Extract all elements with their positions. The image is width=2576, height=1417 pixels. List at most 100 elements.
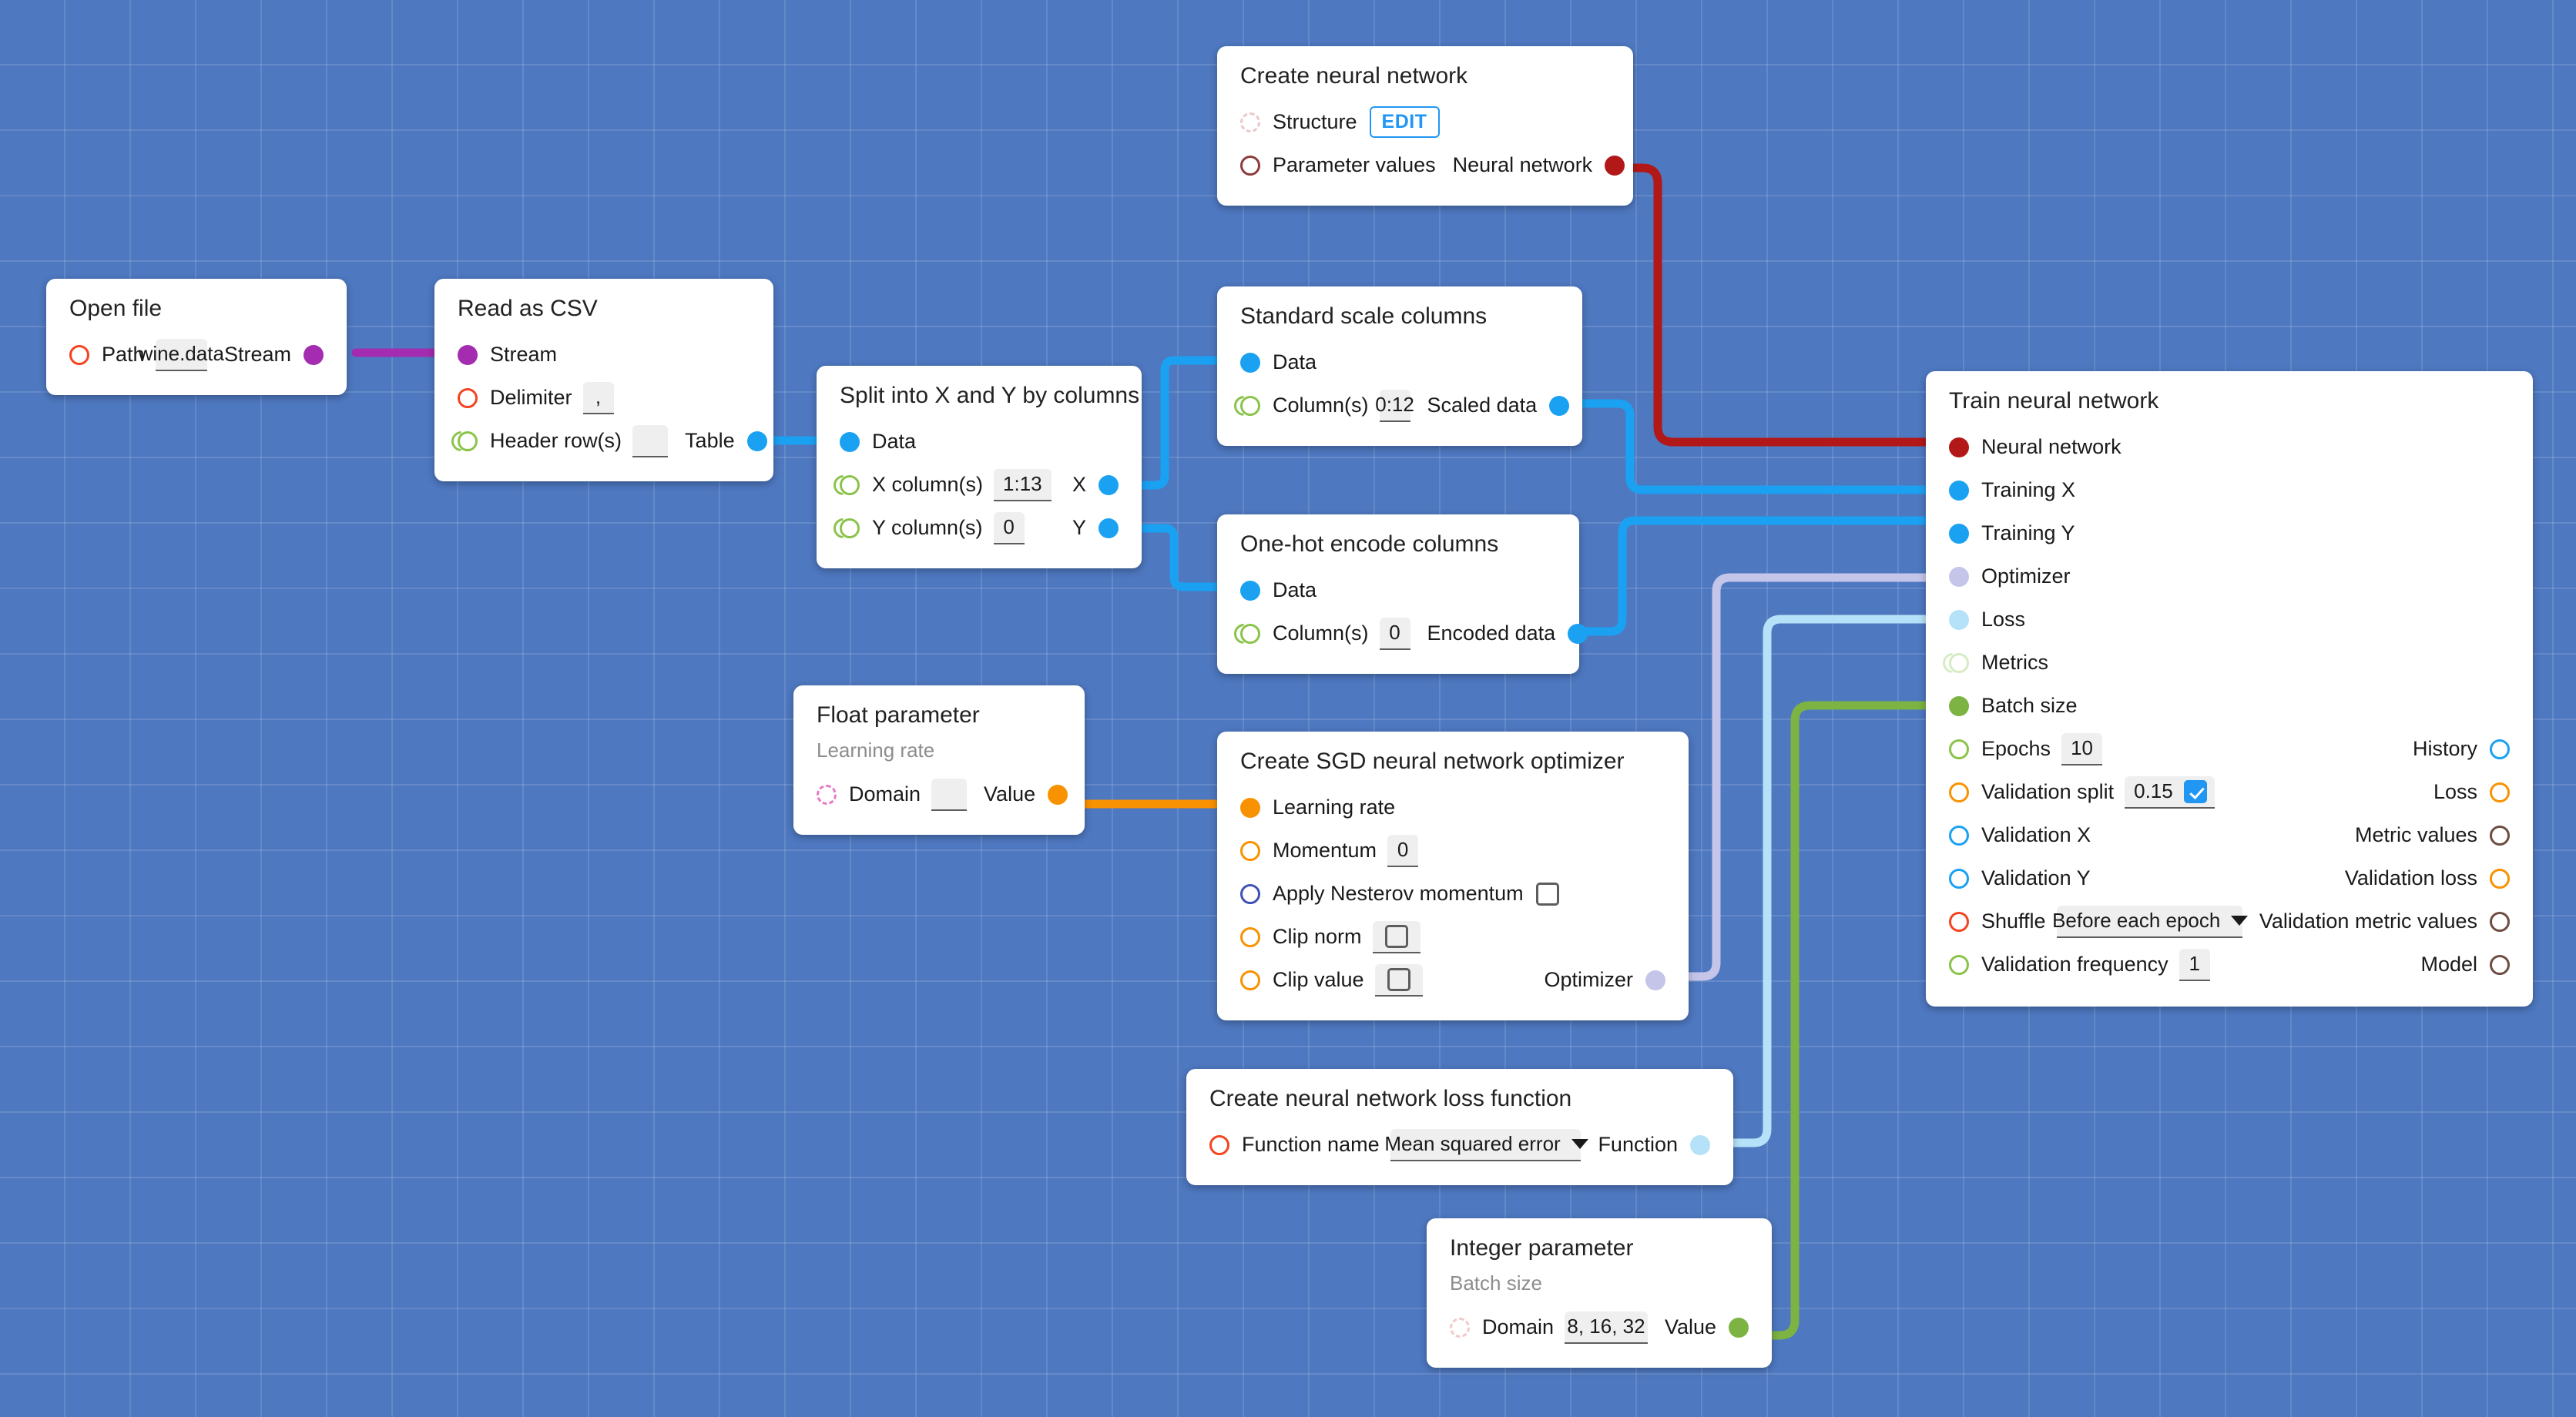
encoded-data-output-port[interactable]: [1568, 623, 1588, 644]
port-row-neural-network[interactable]: Neural network: [1949, 426, 2510, 469]
port-row-loss[interactable]: Loss: [1949, 598, 2510, 642]
node-standard-scale-columns[interactable]: Standard scale columns Data Column(s) 0:…: [1217, 286, 1582, 446]
columns-input[interactable]: 0: [1379, 617, 1410, 650]
domain-input[interactable]: [931, 778, 968, 811]
port-row-validation-y[interactable]: Validation Y Validation loss: [1949, 857, 2510, 900]
port-row-data[interactable]: Data: [1240, 569, 1556, 612]
node-float-parameter[interactable]: Float parameter Learning rate Domain Val…: [793, 685, 1085, 835]
port-row-x-columns[interactable]: X column(s) 1:13 X: [840, 464, 1119, 507]
port-row-training-x[interactable]: Training X: [1949, 469, 2510, 512]
validation-frequency-input[interactable]: 1: [2179, 948, 2210, 981]
clip-norm-checkbox[interactable]: [1384, 924, 1408, 948]
y-output-port[interactable]: [1098, 518, 1119, 538]
delimiter-input[interactable]: ,: [582, 381, 614, 414]
node-read-as-csv[interactable]: Read as CSV Stream Delimiter , Header ro…: [434, 279, 773, 481]
epochs-input[interactable]: 10: [2061, 732, 2102, 765]
nesterov-port-icon[interactable]: [1240, 883, 1260, 904]
clip-norm-port-icon[interactable]: [1240, 926, 1260, 947]
y-columns-port-icon[interactable]: [840, 518, 860, 538]
port-row-learning-rate[interactable]: Learning rate: [1240, 786, 1665, 829]
momentum-input[interactable]: 0: [1387, 834, 1419, 867]
port-row-function-name[interactable]: Function name Mean squared error Functio…: [1209, 1124, 1710, 1167]
batch-size-input-port[interactable]: [1949, 695, 1969, 716]
neural-network-output-port[interactable]: [1605, 155, 1625, 176]
port-row-delimiter[interactable]: Delimiter ,: [458, 377, 750, 420]
y-columns-input[interactable]: 0: [993, 511, 1025, 544]
port-row-clip-norm[interactable]: Clip norm: [1240, 916, 1665, 959]
training-x-input-port[interactable]: [1949, 480, 1969, 501]
data-input-port[interactable]: [840, 431, 860, 452]
validation-metric-values-output-port[interactable]: [2490, 911, 2510, 932]
columns-input[interactable]: 0:12: [1375, 389, 1414, 422]
stream-input-port[interactable]: [458, 344, 478, 365]
chevron-down-icon[interactable]: [2231, 916, 2249, 926]
port-row-structure[interactable]: Structure EDIT: [1240, 101, 1610, 144]
node-one-hot-encode-columns[interactable]: One-hot encode columns Data Column(s) 0 …: [1217, 514, 1588, 674]
port-row-y-columns[interactable]: Y column(s) 0 Y: [840, 507, 1119, 550]
port-row-header-rows[interactable]: Header row(s) Table: [458, 420, 767, 463]
stream-output-port[interactable]: [304, 344, 324, 365]
function-name-port-icon[interactable]: [1209, 1134, 1229, 1155]
port-row-shuffle[interactable]: Shuffle Before each epoch Validation met…: [1949, 900, 2510, 943]
optimizer-input-port[interactable]: [1949, 566, 1969, 587]
learning-rate-input-port[interactable]: [1240, 797, 1260, 818]
domain-port-icon[interactable]: [1450, 1317, 1470, 1338]
validation-frequency-port-icon[interactable]: [1949, 954, 1969, 975]
validation-x-port-icon[interactable]: [1949, 825, 1969, 846]
x-columns-input[interactable]: 1:13: [994, 468, 1052, 501]
shuffle-select[interactable]: Before each epoch: [2052, 905, 2249, 938]
port-row-validation-frequency[interactable]: Validation frequency 1 Model: [1949, 943, 2510, 987]
path-port-icon[interactable]: [69, 344, 89, 365]
metrics-port-icon[interactable]: [1949, 652, 1969, 673]
validation-y-port-icon[interactable]: [1949, 868, 1969, 889]
clip-norm-field[interactable]: [1372, 920, 1420, 953]
function-output-port[interactable]: [1690, 1134, 1710, 1155]
validation-split-checkbox[interactable]: [2183, 779, 2207, 803]
port-row-data[interactable]: Data: [1240, 341, 1559, 384]
port-row-path[interactable]: Path wine.data Stream: [69, 333, 324, 377]
port-row-clip-value[interactable]: Clip value Optimizer: [1240, 959, 1665, 1002]
momentum-port-icon[interactable]: [1240, 840, 1260, 861]
nesterov-checkbox[interactable]: [1535, 882, 1559, 906]
port-row-epochs[interactable]: Epochs 10 History: [1949, 728, 2510, 771]
header-rows-input[interactable]: [632, 424, 669, 457]
scaled-data-output-port[interactable]: [1549, 395, 1570, 416]
loss-input-port[interactable]: [1949, 609, 1969, 630]
validation-split-field[interactable]: 0.15: [2125, 775, 2215, 809]
neural-network-input-port[interactable]: [1949, 437, 1969, 457]
node-train-neural-network[interactable]: Train neural network Neural network Trai…: [1926, 371, 2533, 1007]
value-output-port[interactable]: [1048, 784, 1068, 805]
value-output-port[interactable]: [1729, 1317, 1749, 1338]
function-name-select[interactable]: Mean squared error: [1384, 1128, 1588, 1161]
validation-split-port-icon[interactable]: [1949, 782, 1969, 802]
node-create-sgd-optimizer[interactable]: Create SGD neural network optimizer Lear…: [1217, 732, 1689, 1020]
port-row-domain[interactable]: Domain Value: [817, 773, 1068, 816]
data-input-port[interactable]: [1240, 352, 1260, 373]
data-input-port[interactable]: [1240, 580, 1260, 601]
shuffle-port-icon[interactable]: [1949, 911, 1969, 932]
node-create-loss-function[interactable]: Create neural network loss function Func…: [1186, 1069, 1733, 1185]
edit-structure-button[interactable]: EDIT: [1369, 106, 1440, 138]
clip-value-port-icon[interactable]: [1240, 970, 1260, 990]
port-row-columns[interactable]: Column(s) 0:12 Scaled data: [1240, 384, 1570, 427]
node-open-file[interactable]: Open file Path wine.data Stream: [46, 279, 347, 395]
port-row-data[interactable]: Data: [840, 420, 1119, 464]
x-output-port[interactable]: [1098, 474, 1119, 495]
domain-port-icon[interactable]: [817, 784, 837, 805]
clip-value-field[interactable]: [1374, 963, 1423, 997]
port-row-batch-size[interactable]: Batch size: [1949, 685, 2510, 728]
path-input[interactable]: wine.data: [139, 338, 224, 371]
metric-values-output-port[interactable]: [2490, 825, 2510, 846]
chevron-down-icon[interactable]: [1571, 1139, 1588, 1149]
structure-port-icon[interactable]: [1240, 112, 1260, 132]
port-row-optimizer[interactable]: Optimizer: [1949, 555, 2510, 598]
history-output-port[interactable]: [2490, 739, 2510, 759]
x-columns-port-icon[interactable]: [840, 474, 860, 495]
clip-value-checkbox[interactable]: [1387, 967, 1410, 991]
epochs-port-icon[interactable]: [1949, 739, 1969, 759]
node-create-neural-network[interactable]: Create neural network Structure EDIT Par…: [1217, 46, 1633, 206]
port-row-training-y[interactable]: Training Y: [1949, 512, 2510, 555]
port-row-nesterov[interactable]: Apply Nesterov momentum: [1240, 873, 1665, 916]
port-row-parameter-values[interactable]: Parameter values Neural network: [1240, 144, 1625, 187]
domain-input[interactable]: 8, 16, 32: [1565, 1311, 1648, 1344]
